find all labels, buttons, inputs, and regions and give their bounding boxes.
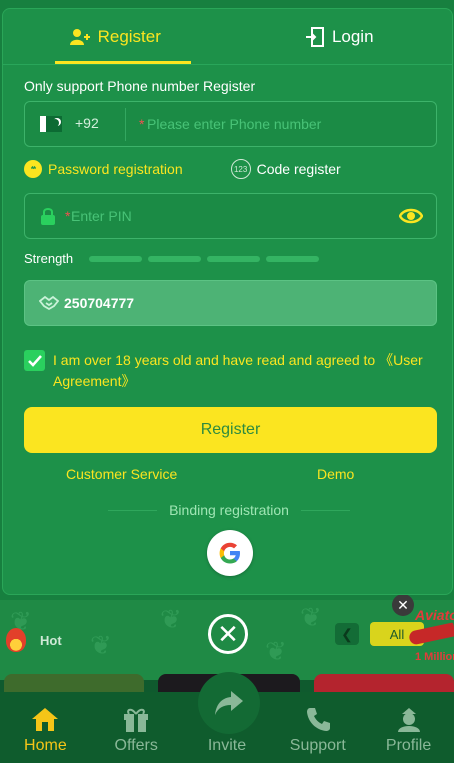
nav-offers[interactable]: Offers [91,692,182,763]
chevron-left-button[interactable]: ❮ [335,623,359,645]
numbers-icon: 123 [230,159,251,179]
aviator-promo-banner[interactable]: Aviator 1 Million [405,605,454,667]
invite-code-value: 250704777 [64,295,135,311]
leaf-decoration: ❦ [300,602,322,632]
code-register-label: Code register [256,161,341,177]
nav-home[interactable]: Home [0,692,91,763]
eye-icon[interactable] [399,207,423,225]
tab-register[interactable]: Register [3,9,228,64]
gift-icon [121,705,151,733]
airplane-icon [408,622,454,646]
agreement-text: I am over 18 years old and have read and… [53,350,439,392]
tab-login-label: Login [331,26,374,46]
nav-profile[interactable]: Profile [363,692,454,763]
pakistan-flag-icon [40,116,62,132]
binding-registration: Binding registration [108,502,351,518]
modal-close-button[interactable]: ✕ [208,614,248,654]
phone-only-label: Only support Phone number Register [24,78,256,94]
required-mark: * [139,116,145,132]
password-strength: Strength [24,251,320,266]
google-icon [219,542,240,564]
nav-home-label: Home [24,737,67,754]
leaf-decoration: ❦ [160,604,182,634]
share-icon[interactable] [198,672,260,734]
lock-icon [41,208,55,225]
login-door-icon [305,26,324,47]
invite-code-field[interactable]: 250704777 [24,280,437,326]
required-mark: * [65,208,71,224]
phone-field: +92 * [24,101,437,147]
register-modal: Register Login Only support Phone number… [2,8,453,595]
agree-checkbox[interactable] [24,350,45,371]
promo-close-icon[interactable]: ✕ [392,594,414,616]
nav-support-label: Support [289,737,346,754]
strength-bar-segment [207,255,261,262]
checkmark-icon [27,354,42,367]
divider [300,509,351,511]
leaf-decoration: ❦ [90,630,112,660]
flame-icon [6,628,26,652]
auth-tabs: Register Login [3,9,452,64]
password-dots-icon: ** [24,160,42,178]
category-hot[interactable]: Hot [6,628,62,652]
divider [125,108,126,141]
password-registration-option[interactable]: ** Password registration [24,160,183,178]
home-icon [30,705,60,733]
demo-link[interactable]: Demo [317,466,354,482]
agreement-row: I am over 18 years old and have read and… [24,350,439,392]
handshake-icon [39,295,59,311]
phone-input[interactable] [147,102,427,146]
code-register-option[interactable]: 123 Code register [230,159,341,179]
registration-type-selector: ** Password registration 123 Code regist… [24,159,444,179]
tab-register-label: Register [97,26,161,46]
user-add-icon [69,28,90,45]
register-button[interactable]: Register [24,407,437,453]
customer-service-link[interactable]: Customer Service [66,466,177,482]
nav-profile-label: Profile [385,737,432,754]
phone-icon [303,705,333,733]
strength-label: Strength [24,251,74,266]
strength-bar-segment [266,255,320,262]
tab-login[interactable]: Login [228,9,453,64]
nav-invite-label: Invite [207,737,247,754]
pin-field: * [24,193,437,239]
promo-amount: 1 Million [415,651,454,663]
google-login-button[interactable] [207,530,253,576]
pin-input[interactable] [71,194,381,238]
country-code[interactable]: +92 [75,115,99,131]
nav-support[interactable]: Support [272,692,363,763]
profile-icon [394,705,424,733]
password-registration-label: Password registration [48,161,183,177]
agreement-statement: I am over 18 years old and have read and… [53,352,376,368]
divider [108,509,158,511]
divider [3,64,452,65]
nav-offers-label: Offers [114,737,158,754]
strength-bar-segment [148,255,202,262]
promo-title: Aviator [415,607,454,623]
strength-bar-segment [89,255,143,262]
leaf-decoration: ❦ [265,636,287,666]
binding-registration-label: Binding registration [169,502,289,518]
category-hot-label: Hot [40,632,62,648]
